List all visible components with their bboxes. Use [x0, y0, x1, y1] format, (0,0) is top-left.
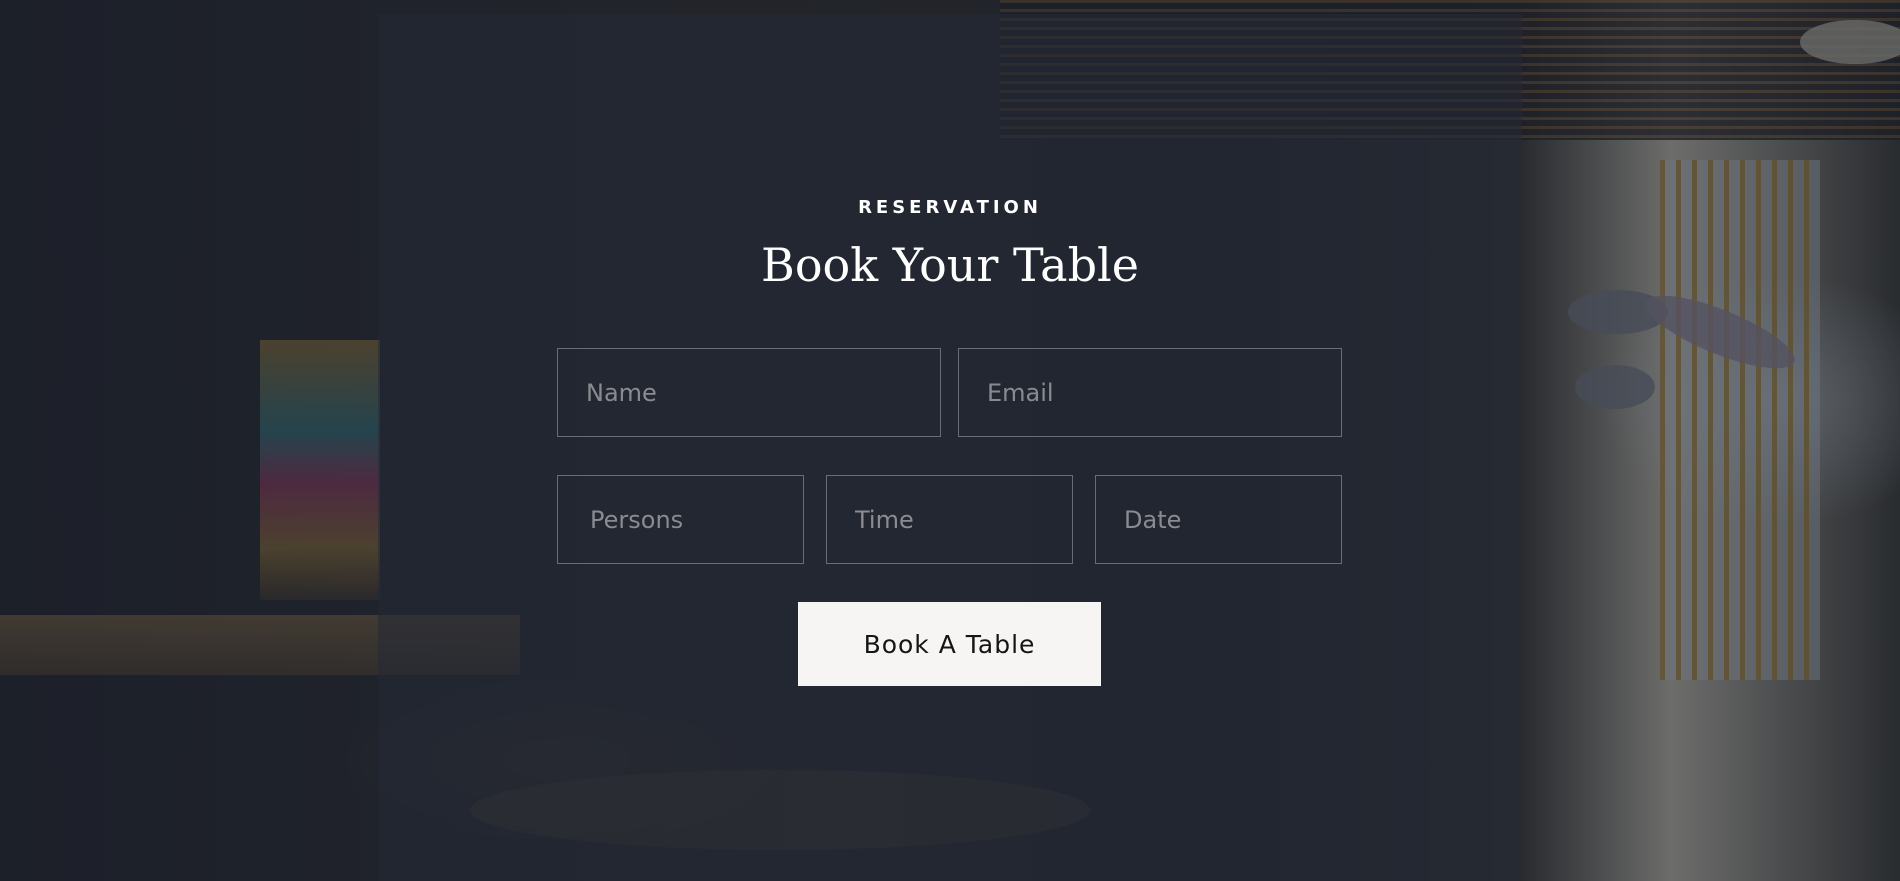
date-input[interactable]	[1095, 475, 1342, 564]
section-title: Book Your Table	[761, 238, 1139, 292]
email-input[interactable]	[958, 348, 1342, 437]
book-table-button[interactable]: Book A Table	[798, 602, 1101, 686]
reservation-form: RESERVATION Book Your Table Book A Table	[0, 0, 1900, 881]
reservation-section: RESERVATION Book Your Table Book A Table	[0, 0, 1900, 881]
persons-input[interactable]	[557, 475, 804, 564]
name-input[interactable]	[557, 348, 941, 437]
time-input[interactable]	[826, 475, 1073, 564]
section-eyebrow: RESERVATION	[858, 197, 1042, 218]
